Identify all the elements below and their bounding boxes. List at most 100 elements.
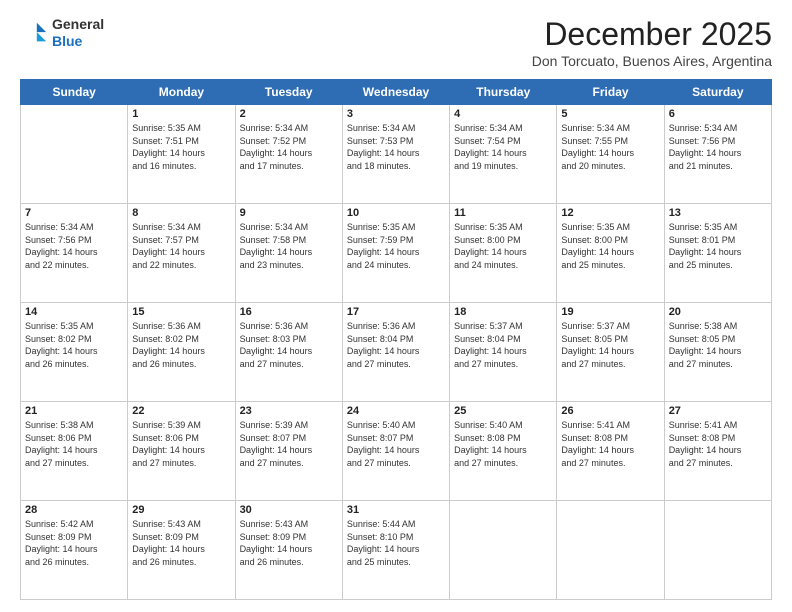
day-number: 8 (132, 207, 230, 219)
logo-general: General (52, 16, 104, 33)
day-number: 13 (669, 207, 767, 219)
day-number: 12 (561, 207, 659, 219)
day-info: Sunrise: 5:34 AM Sunset: 7:56 PM Dayligh… (25, 221, 123, 271)
logo-icon (20, 19, 48, 47)
day-info: Sunrise: 5:34 AM Sunset: 7:57 PM Dayligh… (132, 221, 230, 271)
calendar-cell: 16Sunrise: 5:36 AM Sunset: 8:03 PM Dayli… (235, 303, 342, 402)
calendar-cell: 21 Sunrise: 5:38 AM Sunset: 8:06 PM Dayli… (21, 402, 128, 501)
day-number: 24 (347, 405, 445, 417)
logo-blue: Blue (52, 33, 104, 50)
day-number: 26 (561, 405, 659, 417)
day-info: Sunrise: 5:34 AM Sunset: 7:55 PM Dayligh… (561, 122, 659, 172)
page: General Blue December 2025 Don Torcuato,… (0, 0, 792, 612)
day-number: 9 (240, 207, 338, 219)
day-info: Sunrise: 5:44 AM Sunset: 8:10 PM Dayligh… (347, 518, 445, 568)
day-info: Sunrise: 5:34 AM Sunset: 7:52 PM Dayligh… (240, 122, 338, 172)
calendar-cell (664, 501, 771, 600)
day-info: Sunrise: 5:38 AM Sunset: 8:06 PM Dayligh… (25, 419, 123, 469)
day-number: 29 (132, 504, 230, 516)
calendar-cell: 8 Sunrise: 5:34 AM Sunset: 7:57 PM Daylig… (128, 204, 235, 303)
day-number: 18 (454, 306, 552, 318)
calendar-header-tuesday: Tuesday (235, 80, 342, 105)
calendar-cell: 17Sunrise: 5:36 AM Sunset: 8:04 PM Dayli… (342, 303, 449, 402)
calendar-cell: 27Sunrise: 5:41 AM Sunset: 8:08 PM Dayli… (664, 402, 771, 501)
calendar-cell: 25Sunrise: 5:40 AM Sunset: 8:08 PM Dayli… (450, 402, 557, 501)
day-number: 27 (669, 405, 767, 417)
calendar-cell: 7 Sunrise: 5:34 AM Sunset: 7:56 PM Daylig… (21, 204, 128, 303)
day-number: 11 (454, 207, 552, 219)
day-info: Sunrise: 5:39 AM Sunset: 8:07 PM Dayligh… (240, 419, 338, 469)
day-info: Sunrise: 5:35 AM Sunset: 7:59 PM Dayligh… (347, 221, 445, 271)
day-number: 14 (25, 306, 123, 318)
calendar-cell: 14Sunrise: 5:35 AM Sunset: 8:02 PM Dayli… (21, 303, 128, 402)
calendar-header-thursday: Thursday (450, 80, 557, 105)
logo: General Blue (20, 16, 104, 50)
calendar-header-friday: Friday (557, 80, 664, 105)
calendar-header-wednesday: Wednesday (342, 80, 449, 105)
day-info: Sunrise: 5:38 AM Sunset: 8:05 PM Dayligh… (669, 320, 767, 370)
day-info: Sunrise: 5:37 AM Sunset: 8:05 PM Dayligh… (561, 320, 659, 370)
calendar-cell: 9Sunrise: 5:34 AM Sunset: 7:58 PM Daylig… (235, 204, 342, 303)
day-info: Sunrise: 5:35 AM Sunset: 8:00 PM Dayligh… (454, 221, 552, 271)
day-number: 3 (347, 108, 445, 120)
day-info: Sunrise: 5:41 AM Sunset: 8:08 PM Dayligh… (561, 419, 659, 469)
day-number: 31 (347, 504, 445, 516)
location-title: Don Torcuato, Buenos Aires, Argentina (532, 53, 772, 69)
calendar-cell: 11 Sunrise: 5:35 AM Sunset: 8:00 PM Dayli… (450, 204, 557, 303)
calendar-cell: 28Sunrise: 5:42 AM Sunset: 8:09 PM Dayli… (21, 501, 128, 600)
calendar-cell: 18 Sunrise: 5:37 AM Sunset: 8:04 PM Dayli… (450, 303, 557, 402)
calendar-week-4: 21 Sunrise: 5:38 AM Sunset: 8:06 PM Dayli… (21, 402, 772, 501)
title-block: December 2025 Don Torcuato, Buenos Aires… (532, 16, 772, 69)
calendar-cell: 2 Sunrise: 5:34 AM Sunset: 7:52 PM Daylig… (235, 105, 342, 204)
day-info: Sunrise: 5:36 AM Sunset: 8:03 PM Dayligh… (240, 320, 338, 370)
calendar-cell: 15 Sunrise: 5:36 AM Sunset: 8:02 PM Dayli… (128, 303, 235, 402)
calendar-cell: 30Sunrise: 5:43 AM Sunset: 8:09 PM Dayli… (235, 501, 342, 600)
day-number: 28 (25, 504, 123, 516)
month-title: December 2025 (532, 16, 772, 53)
day-number: 17 (347, 306, 445, 318)
day-info: Sunrise: 5:40 AM Sunset: 8:07 PM Dayligh… (347, 419, 445, 469)
day-info: Sunrise: 5:43 AM Sunset: 8:09 PM Dayligh… (240, 518, 338, 568)
calendar-cell (557, 501, 664, 600)
calendar-table: SundayMondayTuesdayWednesdayThursdayFrid… (20, 79, 772, 600)
calendar-cell: 23 Sunrise: 5:39 AM Sunset: 8:07 PM Dayli… (235, 402, 342, 501)
day-number: 19 (561, 306, 659, 318)
calendar-cell (21, 105, 128, 204)
calendar-cell: 19 Sunrise: 5:37 AM Sunset: 8:05 PM Dayli… (557, 303, 664, 402)
day-number: 2 (240, 108, 338, 120)
calendar-cell: 24 Sunrise: 5:40 AM Sunset: 8:07 PM Dayli… (342, 402, 449, 501)
day-info: Sunrise: 5:35 AM Sunset: 8:00 PM Dayligh… (561, 221, 659, 271)
calendar-cell: 26 Sunrise: 5:41 AM Sunset: 8:08 PM Dayli… (557, 402, 664, 501)
day-number: 4 (454, 108, 552, 120)
day-number: 5 (561, 108, 659, 120)
day-number: 1 (132, 108, 230, 120)
calendar-week-2: 7 Sunrise: 5:34 AM Sunset: 7:56 PM Daylig… (21, 204, 772, 303)
calendar-cell: 4 Sunrise: 5:34 AM Sunset: 7:54 PM Daylig… (450, 105, 557, 204)
calendar-cell: 31 Sunrise: 5:44 AM Sunset: 8:10 PM Dayli… (342, 501, 449, 600)
day-number: 10 (347, 207, 445, 219)
calendar-cell: 13Sunrise: 5:35 AM Sunset: 8:01 PM Dayli… (664, 204, 771, 303)
calendar-header-saturday: Saturday (664, 80, 771, 105)
day-info: Sunrise: 5:37 AM Sunset: 8:04 PM Dayligh… (454, 320, 552, 370)
day-number: 23 (240, 405, 338, 417)
day-info: Sunrise: 5:36 AM Sunset: 8:02 PM Dayligh… (132, 320, 230, 370)
day-number: 7 (25, 207, 123, 219)
calendar-header-monday: Monday (128, 80, 235, 105)
calendar-cell: 3 Sunrise: 5:34 AM Sunset: 7:53 PM Daylig… (342, 105, 449, 204)
day-number: 20 (669, 306, 767, 318)
day-number: 6 (669, 108, 767, 120)
calendar-cell: 1Sunrise: 5:35 AM Sunset: 7:51 PM Daylig… (128, 105, 235, 204)
day-number: 15 (132, 306, 230, 318)
calendar-cell: 29Sunrise: 5:43 AM Sunset: 8:09 PM Dayli… (128, 501, 235, 600)
day-info: Sunrise: 5:34 AM Sunset: 7:56 PM Dayligh… (669, 122, 767, 172)
calendar-cell (450, 501, 557, 600)
day-number: 21 (25, 405, 123, 417)
day-number: 22 (132, 405, 230, 417)
day-info: Sunrise: 5:34 AM Sunset: 7:54 PM Dayligh… (454, 122, 552, 172)
calendar-cell: 6 Sunrise: 5:34 AM Sunset: 7:56 PM Daylig… (664, 105, 771, 204)
day-info: Sunrise: 5:34 AM Sunset: 7:53 PM Dayligh… (347, 122, 445, 172)
calendar-cell: 22 Sunrise: 5:39 AM Sunset: 8:06 PM Dayli… (128, 402, 235, 501)
day-info: Sunrise: 5:39 AM Sunset: 8:06 PM Dayligh… (132, 419, 230, 469)
calendar-cell: 5 Sunrise: 5:34 AM Sunset: 7:55 PM Daylig… (557, 105, 664, 204)
header: General Blue December 2025 Don Torcuato,… (20, 16, 772, 69)
